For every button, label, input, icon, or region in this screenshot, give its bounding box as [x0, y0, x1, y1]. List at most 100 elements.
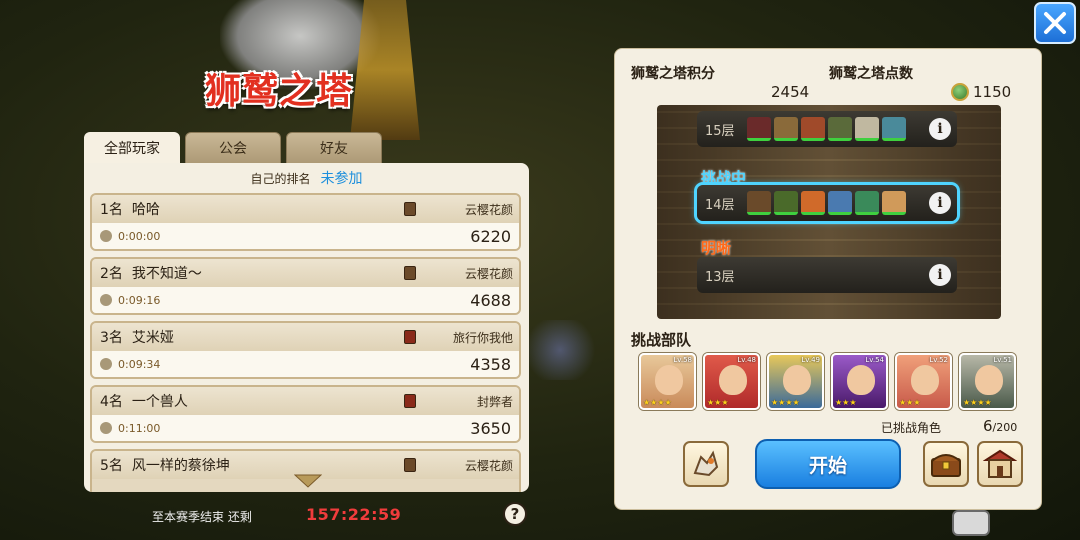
- clear-time: 0:09:34: [118, 357, 161, 371]
- griffin-icon: [693, 450, 719, 477]
- tower-floors[interactable]: 15层 i 挑战中 14层 i 明晰 13层 i: [657, 105, 1001, 319]
- player-name: 哈哈: [131, 202, 160, 218]
- used-characters-label: 已挑战角色: [881, 421, 942, 435]
- list-item[interactable]: 2名 我不知道～ 云樱花颜 0:09:16 4688: [90, 257, 521, 315]
- guild-name: 封弊者: [476, 394, 513, 409]
- clear-tag: 明晰: [701, 239, 732, 257]
- info-icon[interactable]: i: [929, 118, 951, 140]
- hero-face: [911, 365, 939, 395]
- list-item[interactable]: 4名 一个兽人 封弊者 0:11:00 3650: [90, 385, 521, 443]
- enemy-portrait: [774, 191, 798, 215]
- rank-position: 2名: [100, 266, 123, 282]
- hero-portrait[interactable]: Lv.54 ★★★: [831, 353, 888, 410]
- enemy-portrait: [747, 191, 771, 215]
- used-characters-count: 6/200: [983, 417, 1017, 435]
- shop-button[interactable]: [977, 441, 1023, 487]
- help-button[interactable]: ?: [503, 502, 527, 526]
- floor-14[interactable]: 14层 i: [697, 185, 957, 221]
- player-score: 4688: [470, 290, 511, 310]
- enemy-list: [747, 191, 906, 215]
- hero-portrait[interactable]: Lv.52 ★★★: [895, 353, 952, 410]
- rank-position: 5名: [100, 458, 123, 474]
- hero-stars: ★★★: [835, 398, 857, 407]
- enemy-portrait: [828, 117, 852, 141]
- background-glow: [520, 320, 600, 380]
- rank-position: 4名: [100, 394, 123, 410]
- enemy-portrait: [801, 117, 825, 141]
- info-icon[interactable]: i: [929, 192, 951, 214]
- hero-face: [783, 365, 811, 395]
- clear-time: 0:09:16: [118, 293, 161, 307]
- tower-point-coin-icon: [951, 83, 969, 101]
- logo-title: 狮鹫之塔: [205, 70, 354, 112]
- chat-icon[interactable]: [952, 510, 990, 536]
- hero-level: Lv.51: [993, 356, 1012, 364]
- list-item[interactable]: 1名 哈哈 云樱花颜 0:00:00 6220: [90, 193, 521, 251]
- player-name: 风一样的蔡徐坤: [131, 458, 230, 474]
- griffin-button[interactable]: [683, 441, 729, 487]
- player-score: 3650: [470, 418, 511, 438]
- clock-icon: [100, 422, 112, 434]
- scroll-down-chevron-icon[interactable]: [293, 473, 323, 488]
- treasure-chest-icon: [931, 454, 961, 477]
- hero-portrait[interactable]: Lv.51 ★★★★: [959, 353, 1016, 410]
- squad-list: Lv.58 ★★★★ Lv.48 ★★★ Lv.49 ★★★★ Lv.54 ★★…: [639, 353, 1016, 410]
- clock-icon: [100, 230, 112, 242]
- player-name: 艾米娅: [131, 330, 174, 346]
- guild-name: 旅行你我他: [452, 330, 513, 345]
- hero-stars: ★★★★: [771, 398, 800, 407]
- enemy-portrait: [882, 191, 906, 215]
- floor-13[interactable]: 13层 i: [697, 257, 957, 293]
- floor-name: 14层: [705, 197, 735, 213]
- floor-name: 15层: [705, 123, 735, 139]
- tab-guild[interactable]: 公会: [185, 132, 281, 164]
- hero-portrait[interactable]: Lv.48 ★★★: [703, 353, 760, 410]
- hero-portrait[interactable]: Lv.58 ★★★★: [639, 353, 696, 410]
- guild-emblem-icon: [404, 458, 416, 472]
- enemy-portrait: [855, 117, 879, 141]
- start-button[interactable]: 开始: [755, 439, 901, 489]
- tower-panel: 狮鹫之塔积分 狮鹫之塔点数 2454 1150 15层 i 挑战中 14层 i …: [614, 48, 1042, 510]
- squad-title: 挑战部队: [631, 331, 692, 349]
- tower-logo: 狮鹫之塔: [200, 0, 420, 140]
- ranking-panel: 自己的排名 未参加 1名 哈哈 云樱花颜 0:00:00 6220 2名 我不知…: [84, 163, 529, 492]
- list-item[interactable]: 3名 艾米娅 旅行你我他 0:09:34 4358: [90, 321, 521, 379]
- hero-face: [847, 365, 875, 395]
- enemy-portrait: [828, 191, 852, 215]
- hero-stars: ★★★★: [963, 398, 992, 407]
- hero-portrait[interactable]: Lv.49 ★★★★: [767, 353, 824, 410]
- used-count-value: 6: [983, 417, 993, 435]
- close-button[interactable]: [1034, 2, 1076, 44]
- hero-face: [655, 365, 683, 395]
- hero-level: Lv.54: [865, 356, 884, 364]
- floor-name: 13层: [705, 269, 735, 285]
- clear-time: 0:00:00: [118, 229, 161, 243]
- guild-name: 云樱花颜: [464, 266, 513, 281]
- guild-emblem-icon: [404, 394, 416, 408]
- hero-stars: ★★★★: [643, 398, 672, 407]
- rank-position: 3名: [100, 330, 123, 346]
- clear-time: 0:11:00: [118, 421, 161, 435]
- tower-points-label: 狮鹫之塔点数: [829, 66, 913, 82]
- ranking-list[interactable]: 1名 哈哈 云樱花颜 0:00:00 6220 2名 我不知道～ 云樱花颜 0:…: [90, 193, 521, 492]
- clock-icon: [100, 358, 112, 370]
- info-icon[interactable]: i: [929, 264, 951, 286]
- tower-points-value: 1150: [973, 83, 1012, 101]
- ranking-tabs: 全部玩家 公会 好友: [84, 132, 382, 164]
- player-score: 6220: [470, 226, 511, 246]
- tab-friends[interactable]: 好友: [286, 132, 382, 164]
- enemy-portrait: [774, 117, 798, 141]
- guild-emblem-icon: [404, 202, 416, 216]
- self-rank-value: 未参加: [320, 171, 363, 187]
- tab-all-players[interactable]: 全部玩家: [84, 132, 180, 164]
- guild-emblem-icon: [404, 330, 416, 344]
- enemy-list: [747, 117, 906, 141]
- floor-15[interactable]: 15层 i: [697, 111, 957, 147]
- rewards-button[interactable]: [923, 441, 969, 487]
- enemy-portrait: [882, 117, 906, 141]
- clock-icon: [100, 294, 112, 306]
- tower-score-value: 2454: [771, 83, 810, 101]
- hero-face: [975, 365, 1003, 395]
- hero-stars: ★★★: [707, 398, 729, 407]
- player-score: 4358: [470, 354, 511, 374]
